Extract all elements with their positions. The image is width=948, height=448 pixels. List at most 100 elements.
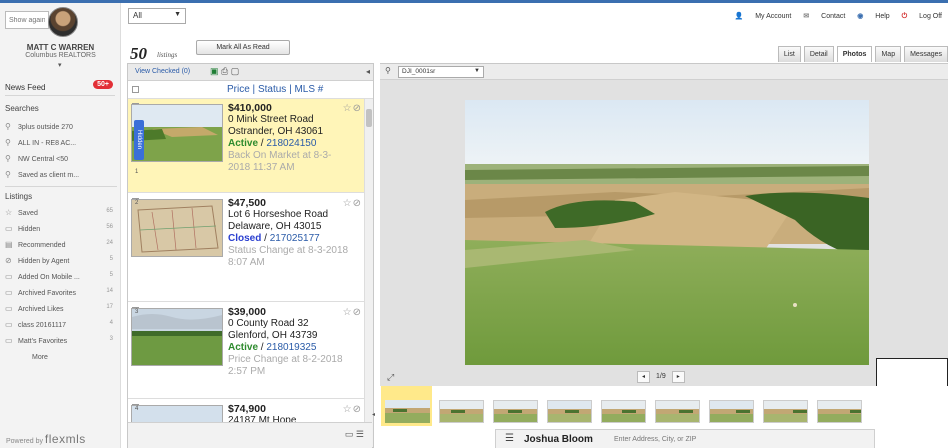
- photo-thumbnail[interactable]: [547, 400, 592, 423]
- listing-mls[interactable]: 218019325: [266, 342, 316, 353]
- main-photo[interactable]: [465, 100, 869, 365]
- photo-thumbnail[interactable]: [439, 400, 484, 423]
- saved-search-icon: ⚲: [5, 154, 11, 163]
- show-again-input[interactable]: [5, 11, 49, 29]
- search-item[interactable]: ⚲ ALL IN - RE8 AC...: [5, 138, 117, 150]
- photo-thumbnail[interactable]: [385, 400, 430, 423]
- more-link[interactable]: More: [32, 354, 48, 361]
- search-item[interactable]: ⚲ Saved as client m...: [5, 170, 117, 182]
- star-icon: ☆: [5, 208, 13, 217]
- listing-collection-archived-likes[interactable]: ▭ Archived Likes 17: [5, 304, 117, 316]
- photo-thumbnail[interactable]: [655, 400, 700, 423]
- listing-collection-saved[interactable]: ☆ Saved 65: [5, 208, 117, 220]
- collapse-left-icon[interactable]: ◂: [366, 67, 370, 76]
- listing-thumbnail[interactable]: [131, 104, 223, 162]
- hidden-listings-tab[interactable]: Hidden: [134, 120, 144, 160]
- star-icon[interactable]: ☆: [343, 404, 353, 415]
- log-off-link[interactable]: ⏻ Log Off: [902, 13, 942, 20]
- star-icon[interactable]: ☆: [343, 307, 353, 318]
- listing-mls[interactable]: 218024150: [266, 138, 316, 149]
- listing-thumbnail[interactable]: [131, 308, 223, 366]
- scrollbar-thumb[interactable]: [366, 109, 372, 127]
- report-icon[interactable]: ▢: [231, 66, 240, 76]
- excel-export-icon[interactable]: ▣: [210, 66, 219, 76]
- contact-bar[interactable]: ☰ Joshua Bloom Enter Address, City, or Z…: [495, 429, 875, 448]
- list-item[interactable]: 1 $410,000 0 Mink Street Road Ostrander,…: [128, 99, 364, 193]
- address-input[interactable]: Enter Address, City, or ZIP: [614, 436, 696, 443]
- hide-icon[interactable]: ⊘: [353, 404, 362, 415]
- hide-icon[interactable]: ⊘: [353, 103, 362, 114]
- recommend-icon: ▤: [5, 240, 13, 249]
- mark-all-read-button[interactable]: Mark All As Read: [196, 40, 290, 55]
- tab-photos[interactable]: Photos: [836, 46, 873, 62]
- select-all-checkbox[interactable]: [132, 86, 139, 93]
- photo-thumbnail[interactable]: [817, 400, 862, 423]
- listing-collection-archived-favorites[interactable]: ▭ Archived Favorites 14: [5, 288, 117, 300]
- list-tool-icons: ▣ ⎙ ▢: [210, 66, 239, 77]
- photo-select[interactable]: DJI_0001sr ▼: [398, 66, 484, 78]
- photo-thumbnail[interactable]: [493, 400, 538, 423]
- list-item[interactable]: 2 $47,500 Lot 6 Horseshoe Road Delaware,…: [128, 194, 364, 302]
- list-item[interactable]: 3 $39,000 0 County Road 32 Glenford, OH …: [128, 303, 364, 399]
- my-account-link[interactable]: 👤 My Account: [735, 13, 792, 20]
- listing-collection-hidden[interactable]: ▭ Hidden 56: [5, 224, 117, 236]
- listing-thumbnail[interactable]: [131, 199, 223, 257]
- listing-collection-matts-favorites[interactable]: ▭ Matt's Favorites 3: [5, 336, 117, 348]
- listing-price: $74,900: [228, 403, 266, 415]
- hide-icon[interactable]: ⊘: [353, 307, 362, 318]
- listing-info: $47,500 Lot 6 Horseshoe Road Delaware, O…: [228, 197, 352, 269]
- searches-heading: Searches: [5, 104, 39, 113]
- next-photo-button[interactable]: ▸: [671, 371, 685, 383]
- list-scrollbar[interactable]: [364, 99, 373, 447]
- collection-label: Hidden: [18, 226, 41, 233]
- contact-link[interactable]: ✉ Contact: [803, 13, 845, 20]
- contact-name[interactable]: Joshua Bloom: [524, 434, 593, 445]
- avatar[interactable]: [48, 7, 78, 37]
- card-view-icon[interactable]: ▭: [345, 429, 354, 439]
- filter-select[interactable]: All ▼: [128, 8, 186, 24]
- tab-list[interactable]: List: [777, 46, 801, 62]
- sidebar-divider: [5, 186, 117, 187]
- view-checked-link[interactable]: View Checked (0): [135, 68, 190, 75]
- menu-icon[interactable]: ☰: [505, 433, 514, 444]
- star-icon[interactable]: ☆: [343, 198, 353, 209]
- listing-collection-recommended[interactable]: ▤ Recommended 24: [5, 240, 117, 252]
- user-name: MATT C WARREN: [26, 43, 95, 52]
- listing-change: Price Change at 8-2-2018 2:57 PM: [228, 354, 343, 377]
- user-menu-caret-icon[interactable]: ▾: [58, 61, 62, 69]
- listing-collection-class[interactable]: ▭ class 20161117 4: [5, 320, 117, 332]
- tab-map[interactable]: Map: [875, 46, 902, 62]
- collection-label: Archived Favorites: [18, 290, 76, 297]
- folder-icon: ▭: [5, 272, 13, 281]
- sort-links[interactable]: Price | Status | MLS #: [227, 84, 323, 95]
- previous-photo-button[interactable]: ◂: [637, 371, 650, 383]
- photo-thumbnail[interactable]: [601, 400, 646, 423]
- photo-thumbnail[interactable]: [763, 400, 808, 423]
- search-icon: ⚲: [5, 170, 11, 179]
- powered-by: Powered by flexmls: [6, 432, 86, 446]
- news-feed-link[interactable]: News Feed 50+: [5, 80, 115, 96]
- help-link[interactable]: ◉ Help: [857, 13, 889, 20]
- listing-status: Active: [228, 342, 259, 353]
- power-icon: ⏻: [901, 13, 908, 20]
- listing-collection-hidden-by-agent[interactable]: ⊘ Hidden by Agent 5: [5, 256, 117, 268]
- view-tabs: List Detail Photos Map Messages: [775, 46, 948, 62]
- listing-collection-mobile[interactable]: ▭ Added On Mobile ... 5: [5, 272, 117, 284]
- print-icon[interactable]: ⎙: [221, 66, 228, 76]
- search-item[interactable]: ⚲ 3plus outside 270: [5, 122, 117, 134]
- collection-count: 24: [106, 240, 113, 246]
- collection-label: Recommended: [18, 242, 66, 249]
- strip-left-arrow-icon[interactable]: ◂: [372, 411, 375, 418]
- tab-messages[interactable]: Messages: [904, 46, 948, 62]
- fullscreen-icon[interactable]: ⤢: [387, 372, 394, 383]
- list-view-icon[interactable]: ☰: [356, 429, 364, 439]
- pin-icon[interactable]: ⚲: [385, 66, 391, 75]
- powered-by-label: Powered by: [6, 438, 43, 445]
- folder-icon: ▭: [5, 320, 13, 329]
- star-icon[interactable]: ☆: [343, 103, 353, 114]
- hide-icon[interactable]: ⊘: [353, 198, 362, 209]
- search-item[interactable]: ⚲ NW Central <50: [5, 154, 117, 166]
- tab-detail[interactable]: Detail: [803, 46, 834, 62]
- listing-mls[interactable]: 217025177: [270, 233, 320, 244]
- photo-thumbnail[interactable]: [709, 400, 754, 423]
